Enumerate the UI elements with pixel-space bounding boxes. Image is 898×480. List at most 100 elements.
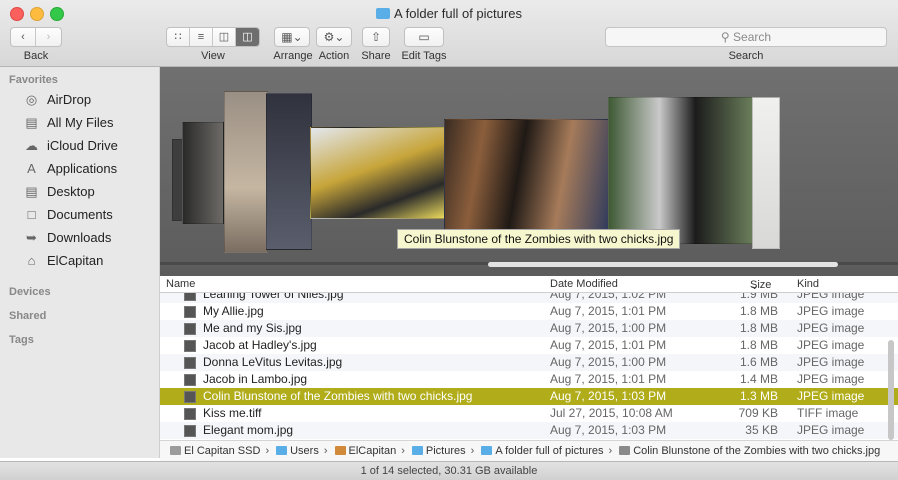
chevron-right-icon: › <box>470 445 475 457</box>
back-button[interactable]: ‹ <box>11 28 36 46</box>
share-icon: ⇧ <box>370 30 382 44</box>
row-date: Aug 7, 2015, 1:03 PM <box>550 389 667 403</box>
coverflow-photo[interactable] <box>752 97 780 249</box>
chevron-right-icon: › <box>608 445 613 457</box>
tag-icon: ▭ <box>418 30 430 44</box>
sidebar-item-elcapitan[interactable]: ⌂ ElCapitan <box>0 250 158 272</box>
shared-header[interactable]: Shared <box>9 310 46 322</box>
coverflow-photo[interactable] <box>182 122 224 224</box>
coverflow-view-icon[interactable]: ◫ <box>236 28 259 46</box>
table-row[interactable]: Me and my Sis.jpg Aug 7, 2015, 1:00 PM 1.8… <box>160 320 898 337</box>
sidebar-item-applications[interactable]: A Applications <box>0 158 158 180</box>
sidebar-item-desktop[interactable]: ▤ Desktop <box>0 181 158 203</box>
list-header: Name Date Modified Size ⌄ Kind <box>160 277 898 293</box>
coverflow-photo[interactable] <box>266 93 312 250</box>
image-file-icon <box>184 391 196 403</box>
devices-header[interactable]: Devices <box>9 286 51 298</box>
path-item[interactable]: El Capitan SSD <box>184 445 260 457</box>
coverflow-photo[interactable] <box>224 91 268 253</box>
row-date: Aug 7, 2015, 1:01 PM <box>550 304 667 318</box>
list-view-icon[interactable]: ≡ <box>190 28 213 46</box>
row-size: 1.8 MB <box>739 304 778 318</box>
search-input[interactable]: ⚲ Search <box>605 27 887 47</box>
table-row[interactable]: Elegant mom.jpg Aug 7, 2015, 1:03 PM 35 KB… <box>160 422 898 439</box>
row-size: 1.6 MB <box>739 355 778 369</box>
image-file-icon <box>184 323 196 335</box>
window-title-text: A folder full of pictures <box>394 6 522 21</box>
row-name: Jacob at Hadley's.jpg <box>203 338 317 352</box>
row-name: My Allie.jpg <box>203 304 264 318</box>
search-icon: ⚲ <box>720 30 730 44</box>
chevron-right-icon: › <box>323 445 328 457</box>
column-header-date[interactable]: Date Modified <box>550 278 618 290</box>
path-item[interactable]: A folder full of pictures <box>495 445 603 457</box>
sidebar-item-label: Desktop <box>47 184 95 199</box>
downloads-icon: ➥ <box>26 230 37 245</box>
action-label: Action <box>318 50 350 62</box>
back-label: Back <box>23 50 49 62</box>
airdrop-icon: ◎ <box>25 92 38 107</box>
sidebar-item-airdrop[interactable]: ◎ AirDrop <box>0 89 158 111</box>
path-item[interactable]: Colin Blunstone of the Zombies with two … <box>633 445 880 457</box>
arrange-label: Arrange <box>273 50 313 62</box>
sidebar-item-icloud-drive[interactable]: ☁ iCloud Drive <box>0 135 158 157</box>
row-kind: JPEG image <box>797 321 865 335</box>
path-bar: El Capitan SSD › Users › ElCapitan › Pictures ›… <box>160 440 898 462</box>
folder-icon <box>376 8 391 19</box>
table-row[interactable]: Donna LeVitus Levitas.jpg Aug 7, 2015, 1:… <box>160 354 898 371</box>
sidebar-item-downloads[interactable]: ➥ Downloads <box>0 227 158 249</box>
row-size: 1.9 MB <box>739 293 778 301</box>
column-header-name[interactable]: Name <box>166 278 195 290</box>
row-date: Aug 7, 2015, 1:00 PM <box>550 321 667 335</box>
path-item[interactable]: ElCapitan <box>349 445 397 457</box>
column-view-icon[interactable]: ◫ <box>213 28 236 46</box>
coverflow-photo[interactable] <box>310 127 445 219</box>
image-file-icon <box>184 425 196 437</box>
sidebar-item-all-my-files[interactable]: ▤ All My Files <box>0 112 158 134</box>
sidebar-item-label: Downloads <box>47 230 112 245</box>
table-row[interactable]: Leaning Tower of Niles.jpg Aug 7, 2015, 1… <box>160 293 898 303</box>
sidebar-item-documents[interactable]: □ Documents <box>0 204 158 226</box>
icon-view-icon[interactable]: ∷ <box>167 28 190 46</box>
coverflow-tooltip: Colin Blunstone of the Zombies with two … <box>397 229 681 249</box>
favorites-header: Favorites <box>9 74 58 86</box>
table-row[interactable]: Kiss me.tiff Jul 27, 2015, 10:08 AM 709 KB… <box>160 405 898 422</box>
table-row[interactable]: Jacob in Lambo.jpg Aug 7, 2015, 1:01 PM 1.… <box>160 371 898 388</box>
coverflow-photo-selected[interactable] <box>444 119 610 233</box>
row-name: Jacob in Lambo.jpg <box>203 372 308 386</box>
chevron-down-icon: ⌄ <box>750 280 760 292</box>
row-kind: JPEG image <box>797 304 865 318</box>
coverflow-photo[interactable] <box>608 97 754 244</box>
table-row-selected[interactable]: Colin Blunstone of the Zombies with two … <box>160 388 898 405</box>
path-item[interactable]: Pictures <box>426 445 466 457</box>
row-kind: JPEG image <box>797 372 865 386</box>
edit-tags-button[interactable]: ▭ <box>404 27 444 47</box>
home-icon <box>334 446 346 455</box>
chevron-right-icon: › <box>265 445 270 457</box>
coverflow-scroll-thumb[interactable] <box>488 262 838 267</box>
sidebar: Favorites ◎ AirDrop ▤ All My Files ☁ iCloud… <box>0 67 160 458</box>
gear-icon: ⚙⌄ <box>323 30 345 44</box>
row-name: Elegant mom.jpg <box>203 423 294 437</box>
row-kind: TIFF image <box>797 406 859 420</box>
share-button[interactable]: ⇧ <box>362 27 390 47</box>
sidebar-item-label: AirDrop <box>47 92 92 107</box>
path-item[interactable]: Users <box>290 445 319 457</box>
tags-header[interactable]: Tags <box>9 334 34 346</box>
list-scrollbar[interactable] <box>888 340 894 440</box>
row-date: Aug 7, 2015, 1:02 PM <box>550 293 667 301</box>
applications-icon: A <box>27 161 36 176</box>
table-row[interactable]: Jacob at Hadley's.jpg Aug 7, 2015, 1:01 P… <box>160 337 898 354</box>
table-row[interactable]: My Allie.jpg Aug 7, 2015, 1:01 PM 1.8 MB JP… <box>160 303 898 320</box>
arrange-button[interactable]: ▦⌄ <box>274 27 310 47</box>
file-list: Leaning Tower of Niles.jpg Aug 7, 2015, 1… <box>160 293 898 440</box>
desktop-icon: ▤ <box>25 184 38 199</box>
action-button[interactable]: ⚙⌄ <box>316 27 352 47</box>
sidebar-item-label: Applications <box>47 161 118 176</box>
row-size: 1.8 MB <box>739 321 778 335</box>
edit-tags-label: Edit Tags <box>401 50 447 62</box>
sidebar-item-label: iCloud Drive <box>47 138 118 153</box>
image-file-icon <box>184 340 196 352</box>
forward-button[interactable]: › <box>36 28 61 46</box>
column-header-kind[interactable]: Kind <box>797 278 819 290</box>
